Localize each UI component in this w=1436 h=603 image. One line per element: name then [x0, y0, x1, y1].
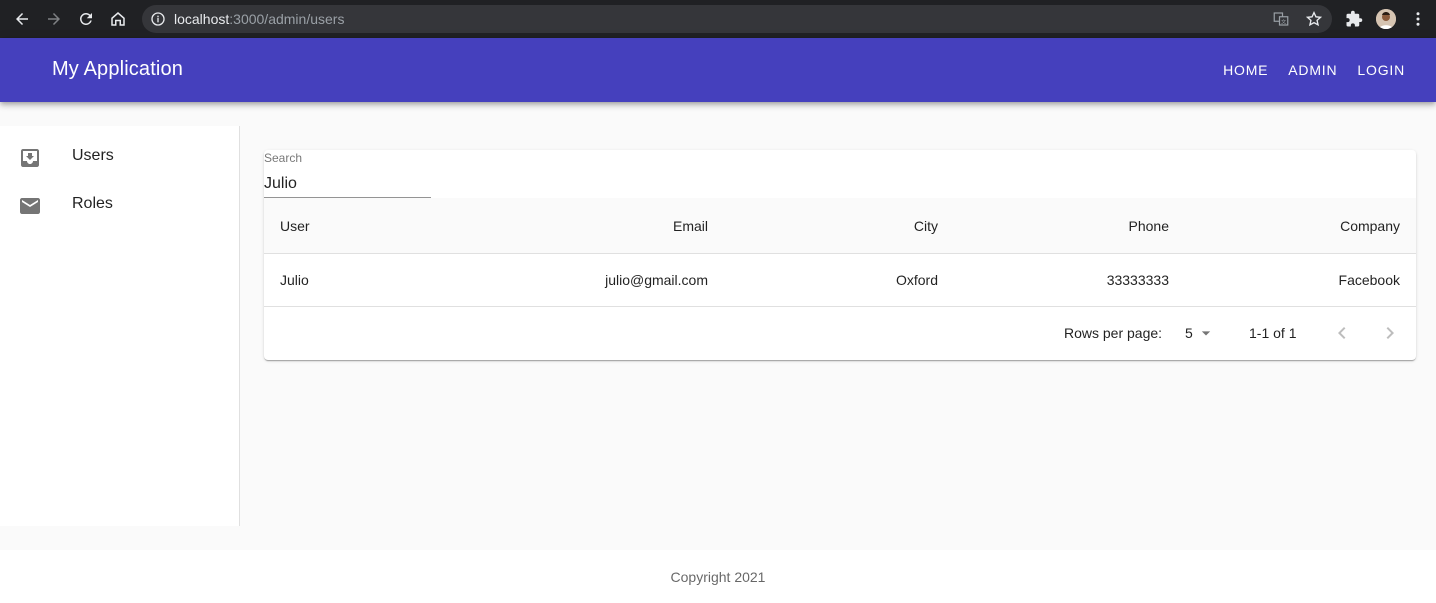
sidebar-item-label: Roles: [72, 195, 113, 212]
search-label: Search: [264, 151, 303, 165]
url-path: :3000/admin/users: [229, 11, 345, 27]
app-bar: My Application HOME ADMIN LOGIN: [0, 38, 1436, 102]
search-input[interactable]: [264, 170, 431, 198]
cell-email: julio@gmail.com: [605, 272, 708, 288]
dropdown-arrow-icon: [1201, 331, 1211, 336]
table-pagination: Rows per page: 5 1-1 of 1: [264, 307, 1416, 359]
copyright-text: Copyright 2021: [670, 569, 766, 585]
table-row[interactable]: Julio julio@gmail.com Oxford 33333333 Fa…: [264, 254, 1416, 307]
home-icon[interactable]: [107, 8, 129, 30]
menu-icon[interactable]: [1408, 9, 1428, 29]
nav-admin-link[interactable]: ADMIN: [1288, 62, 1337, 78]
column-header-phone[interactable]: Phone: [1129, 198, 1169, 253]
sidebar-item-label: Users: [72, 147, 114, 164]
top-nav: HOME ADMIN LOGIN: [1223, 62, 1405, 78]
address-bar[interactable]: localhost:3000/admin/users 文: [142, 5, 1332, 33]
footer: Copyright 2021: [0, 550, 1436, 603]
avatar[interactable]: [1376, 9, 1396, 29]
previous-page-icon[interactable]: [1330, 321, 1354, 345]
info-icon[interactable]: [150, 11, 166, 27]
cell-user: Julio: [280, 272, 309, 288]
translate-icon[interactable]: 文: [1272, 10, 1290, 28]
column-header-company[interactable]: Company: [1340, 198, 1400, 253]
star-icon[interactable]: [1305, 10, 1323, 28]
browser-toolbar: localhost:3000/admin/users 文: [0, 0, 1436, 38]
users-table-card: Search User Email City Phone Company Jul…: [264, 150, 1416, 360]
reload-icon[interactable]: [75, 8, 97, 30]
column-header-user[interactable]: User: [280, 198, 310, 253]
app-title: My Application: [52, 58, 184, 80]
column-header-email[interactable]: Email: [673, 198, 708, 253]
table-header: User Email City Phone Company: [264, 198, 1416, 254]
sidebar: Users Roles: [0, 126, 240, 526]
cell-company: Facebook: [1338, 272, 1400, 288]
move-to-inbox-icon: [21, 149, 39, 167]
back-icon[interactable]: [11, 8, 33, 30]
rows-per-page-label: Rows per page:: [1064, 325, 1163, 341]
sidebar-item-roles[interactable]: Roles: [0, 182, 239, 230]
cell-city: Oxford: [895, 272, 938, 288]
forward-icon[interactable]: [43, 8, 65, 30]
nav-login-link[interactable]: LOGIN: [1357, 62, 1405, 78]
next-page-icon[interactable]: [1378, 321, 1402, 345]
url-host: localhost: [174, 11, 230, 27]
mail-icon: [20, 198, 40, 214]
column-header-city[interactable]: City: [914, 198, 938, 253]
nav-home-link[interactable]: HOME: [1223, 62, 1268, 78]
rows-per-page-value: 5: [1185, 325, 1193, 341]
sidebar-item-users[interactable]: Users: [0, 134, 239, 182]
cell-phone: 33333333: [1106, 272, 1169, 288]
extensions-icon[interactable]: [1344, 9, 1364, 29]
url-text: localhost:3000/admin/users: [174, 11, 344, 27]
rows-per-page-select[interactable]: 5: [1185, 323, 1215, 343]
pagination-range: 1-1 of 1: [1249, 325, 1297, 341]
